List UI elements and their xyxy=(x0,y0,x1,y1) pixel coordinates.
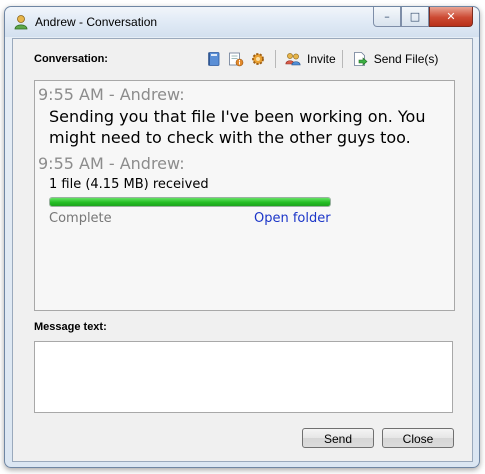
invite-button[interactable]: Invite xyxy=(307,52,336,66)
book-icon[interactable] xyxy=(206,51,222,67)
message-line: might need to check with the other guys … xyxy=(49,128,411,147)
close-window-button[interactable]: ✕ xyxy=(429,7,473,27)
toolbar-separator xyxy=(341,50,343,68)
client-area: Conversation: Invite Send File(s) 9:55 A… xyxy=(12,38,473,462)
send-button[interactable]: Send xyxy=(302,428,374,448)
window-controls: – □ ✕ xyxy=(373,7,473,27)
toolbar-separator xyxy=(275,50,276,68)
title-bar[interactable]: Andrew - Conversation – □ ✕ xyxy=(5,7,479,37)
message-input[interactable] xyxy=(34,341,453,413)
transfer-progress-bar xyxy=(49,197,331,207)
maximize-button[interactable]: □ xyxy=(401,7,429,27)
send-file-icon xyxy=(353,52,368,66)
maximize-icon: □ xyxy=(409,10,421,23)
minimize-icon: – xyxy=(384,10,390,23)
file-transfer-info: 1 file (4.15 MB) received xyxy=(49,177,209,192)
message-header: 9:55 AM - Andrew: xyxy=(38,154,185,173)
message-line: Sending you that file I've been working … xyxy=(49,107,426,126)
window-title: Andrew - Conversation xyxy=(35,15,158,29)
transfer-status: Complete xyxy=(49,211,112,226)
open-folder-link[interactable]: Open folder xyxy=(254,211,331,226)
info-icon[interactable] xyxy=(228,51,244,67)
message-header: 9:55 AM - Andrew: xyxy=(38,85,185,104)
send-files-button[interactable]: Send File(s) xyxy=(374,52,439,66)
user-avatar-icon xyxy=(14,15,28,30)
conversation-window: Andrew - Conversation – □ ✕ Conversation… xyxy=(4,6,480,468)
minimize-button[interactable]: – xyxy=(373,7,401,27)
conversation-label: Conversation: xyxy=(34,53,108,65)
close-button[interactable]: Close xyxy=(382,428,454,448)
gear-icon[interactable] xyxy=(250,51,266,67)
users-icon xyxy=(285,53,301,66)
message-text-label: Message text: xyxy=(34,321,107,333)
close-icon: ✕ xyxy=(446,10,456,23)
transfer-progress-fill xyxy=(50,198,330,206)
conversation-log[interactable]: 9:55 AM - Andrew: Sending you that file … xyxy=(34,80,455,311)
message-text: Sending you that file I've been working … xyxy=(49,106,425,148)
conversation-toolbar: Invite Send File(s) xyxy=(203,48,438,70)
